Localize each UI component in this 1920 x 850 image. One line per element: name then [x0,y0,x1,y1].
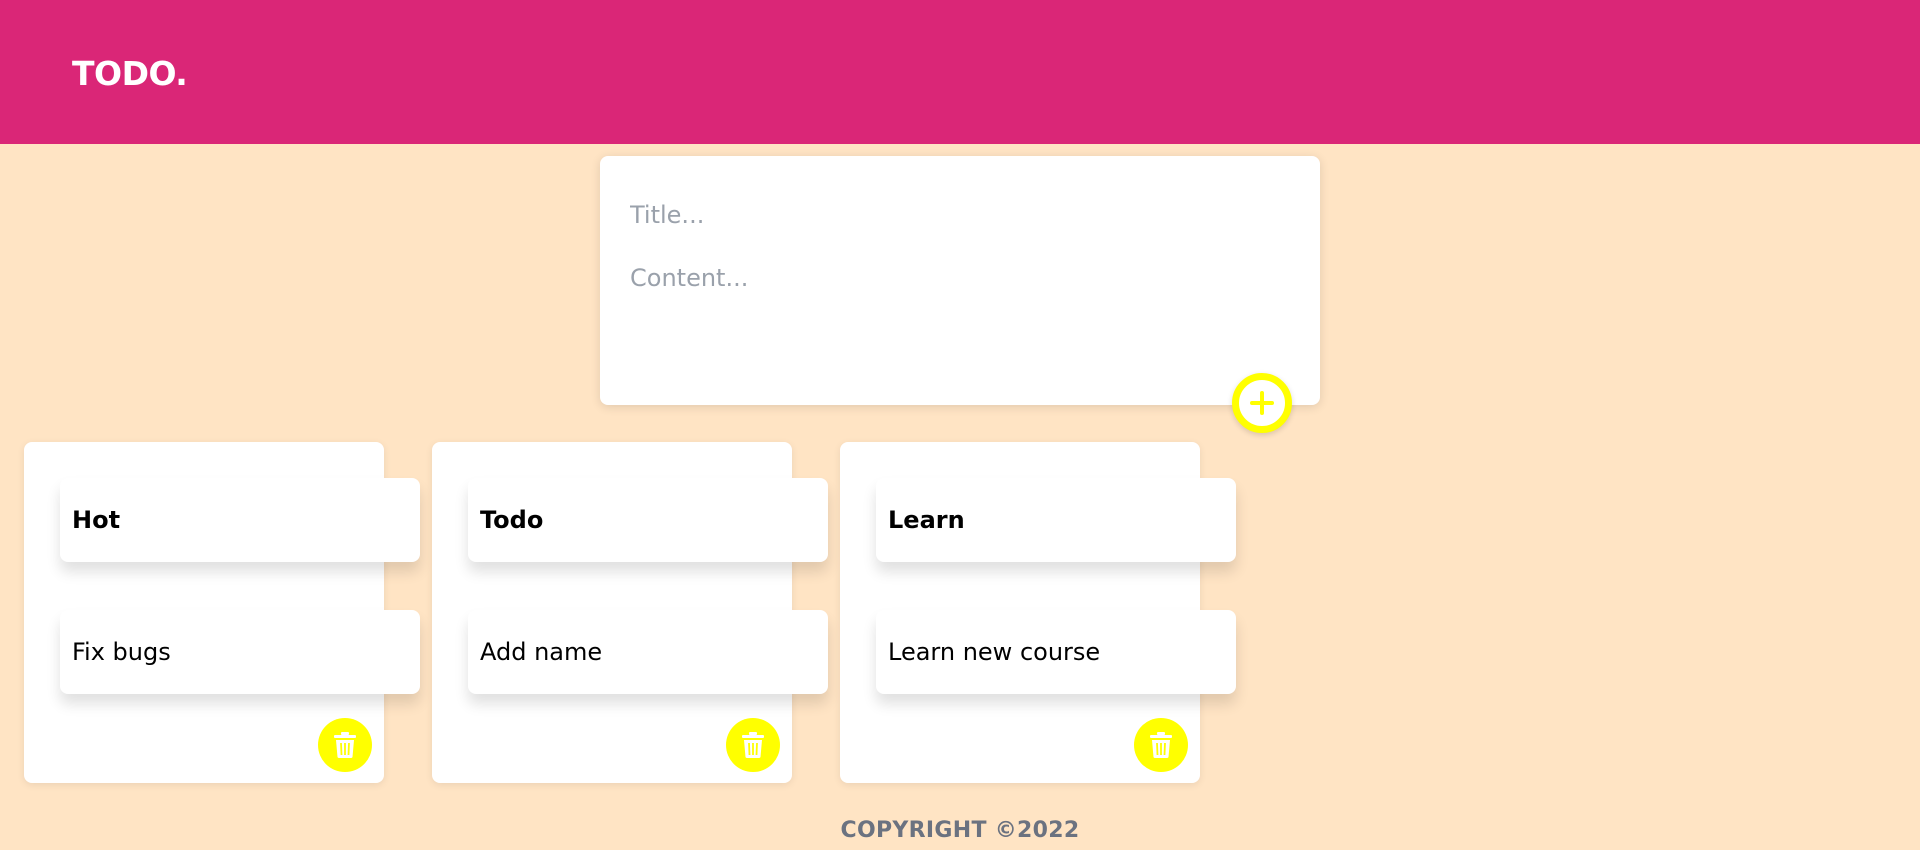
content-input[interactable] [630,264,1290,384]
app-header: TODO. [0,0,1920,144]
note-content: Fix bugs [60,610,420,694]
note-title: Learn [876,478,1236,562]
plus-icon [1250,391,1274,415]
trash-icon [334,732,356,758]
note-content: Learn new course [876,610,1236,694]
delete-note-button[interactable] [318,718,372,772]
trash-icon [1150,732,1172,758]
delete-note-button[interactable] [1134,718,1188,772]
note-card: Learn Learn new course [840,442,1236,783]
add-note-button[interactable] [1232,373,1292,433]
note-title: Todo [468,478,828,562]
trash-icon [742,732,764,758]
note-card: Todo Add name [432,442,828,783]
delete-note-button[interactable] [726,718,780,772]
app-logo: TODO. [72,54,188,93]
title-input[interactable] [630,198,1290,232]
note-title: Hot [60,478,420,562]
note-card: Hot Fix bugs [24,442,420,783]
note-content: Add name [468,610,828,694]
copyright-footer: COPYRIGHT ©2022 [840,818,1080,843]
note-composer [600,156,1320,405]
